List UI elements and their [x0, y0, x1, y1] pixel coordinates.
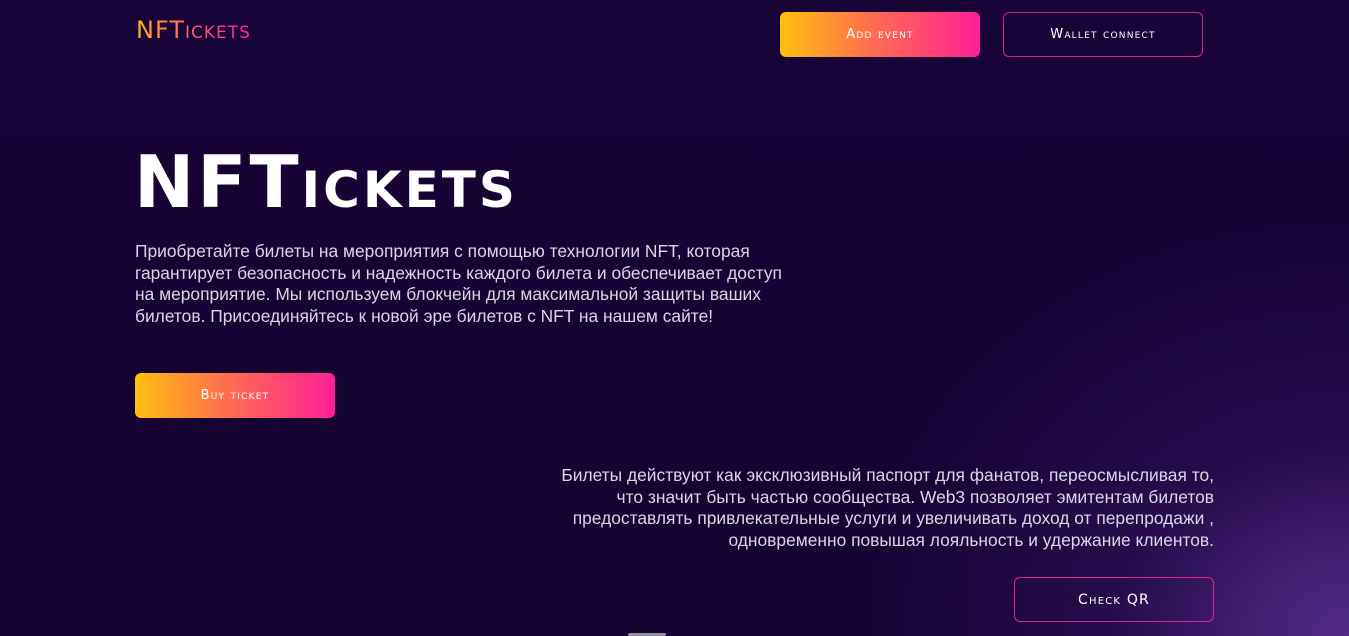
check-qr-button[interactable]: Check QR — [1014, 577, 1214, 622]
hero-title: NFTickets — [134, 140, 518, 224]
add-event-button[interactable]: Add event — [780, 12, 980, 57]
wallet-connect-button[interactable]: Wallet connect — [1003, 12, 1203, 57]
buy-ticket-button[interactable]: Buy ticket — [135, 373, 335, 418]
hero-description: Приобретайте билеты на мероприятия с пом… — [135, 241, 782, 326]
secondary-description: Билеты действуют как эксклюзивный паспор… — [561, 465, 1214, 550]
site-logo[interactable]: NFTickets — [136, 18, 251, 42]
